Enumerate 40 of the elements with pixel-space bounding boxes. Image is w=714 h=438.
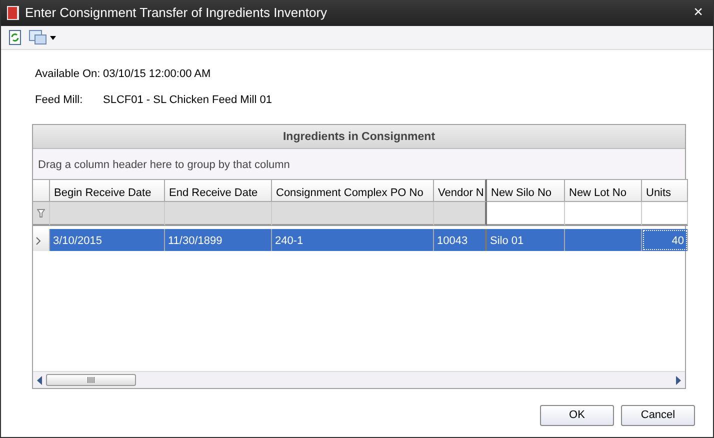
filter-icon[interactable] [37,209,45,218]
window-title: Enter Consignment Transfer of Ingredients Inventory [25,4,328,22]
grid-title: Ingredients in Consignment [33,125,685,149]
scroll-left-icon[interactable] [37,376,42,384]
refresh-document-icon[interactable] [9,30,21,45]
column-header[interactable]: Begin Receive Date [50,179,165,202]
horizontal-scrollbar[interactable] [33,371,685,388]
column-header[interactable]: Units [642,179,688,202]
column-header[interactable]: Consignment Complex PO No [272,179,434,202]
field-label: Available On: [35,67,102,82]
column-header[interactable]: New Silo No [487,179,565,202]
scroll-right-icon[interactable] [676,376,681,384]
filter-cell[interactable] [565,202,642,226]
group-by-hint: Drag a column header here to group by that column [33,149,685,179]
field-label: Feed Mill: [35,92,84,108]
column-header[interactable]: Vendor N [434,179,487,202]
table-cell: 10043 [434,229,487,251]
table-cell: 240-1 [272,229,434,251]
filter-cell[interactable] [50,202,165,226]
filter-cell[interactable] [487,202,565,226]
row-pointer-icon [36,237,41,246]
caret-icon[interactable] [50,36,56,40]
scroll-thumb[interactable] [46,374,136,386]
filter-cell[interactable] [165,202,272,226]
app-icon [7,6,19,20]
table-cell: 40 [642,229,688,251]
column-header[interactable]: New Lot No [565,179,642,202]
filter-cell[interactable] [434,202,487,226]
cancel-button[interactable]: Cancel [621,405,695,426]
close-button[interactable]: × [690,5,707,21]
row-indicator[interactable] [33,229,50,251]
filter-cell[interactable] [642,202,688,226]
filter-cell[interactable] [272,202,434,226]
table-cell: 3/10/2015 [50,229,165,251]
column-header[interactable]: End Receive Date [165,179,272,202]
table-cell: Silo 01 [487,229,565,251]
field-value: 03/10/15 12:00:00 AM [103,67,211,82]
table-cell: 11/30/1899 [165,229,272,251]
ok-button[interactable]: OK [540,405,614,426]
field-value: SLCF01 - SL Chicken Feed Mill 01 [103,92,272,108]
